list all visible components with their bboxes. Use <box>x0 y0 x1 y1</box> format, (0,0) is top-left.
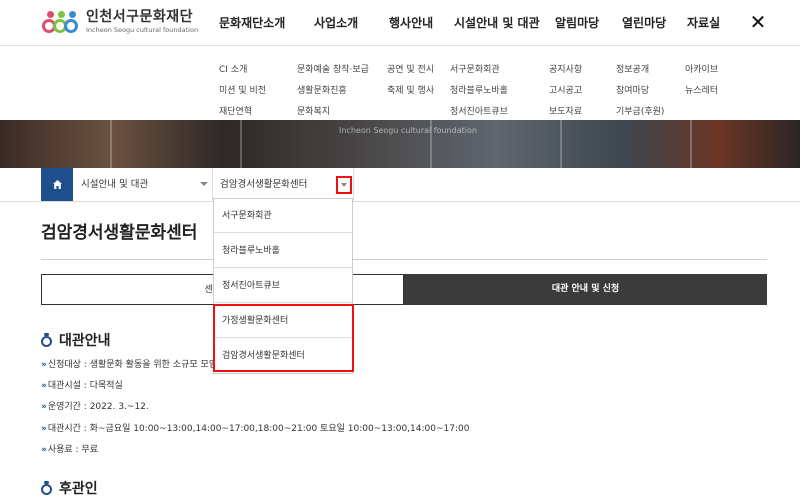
logo-title: 인천서구문화재단 <box>86 9 194 26</box>
chevron-down-icon[interactable] <box>200 182 208 186</box>
submenu-item[interactable]: 아카이브 <box>685 60 718 81</box>
submenu-item[interactable]: 문화예술 창작·보급 <box>297 60 369 81</box>
submenu-item[interactable]: 청라블루노바홀 <box>450 81 508 102</box>
list-item: » 운영기간 : 2022. 3.~12. <box>41 397 469 418</box>
nav-item-open[interactable]: 열린마당 <box>622 14 666 31</box>
submenu-item[interactable]: 축제 및 행사 <box>387 81 434 102</box>
list-item: » 사용료 : 무료 <box>41 440 469 461</box>
submenu-item[interactable]: 서구문화회관 <box>450 60 508 81</box>
submenu-col-business: 문화예술 창작·보급 생활문화진흥 문화복지 <box>297 60 369 123</box>
submenu-item[interactable]: 미션 및 비전 <box>219 81 266 102</box>
nav-item-business[interactable]: 사업소개 <box>314 14 358 31</box>
logo-icon <box>42 9 82 35</box>
submenu-item[interactable]: 참여마당 <box>616 81 664 102</box>
double-chevron-icon: » <box>41 402 47 413</box>
double-chevron-icon: » <box>41 360 47 370</box>
double-chevron-icon: » <box>41 444 47 455</box>
submenu-col-facilities: 서구문화회관 청라블루노바홀 정서진아트큐브 <box>450 60 508 123</box>
dropdown-option[interactable]: 서구문화회관 <box>214 199 352 233</box>
hero-banner: Incheon Seogu cultural foundation <box>0 120 800 168</box>
page-title: 검암경서생활문화센터 <box>41 223 198 243</box>
site-logo[interactable]: 인천서구문화재단 Incheon Seogu cultural foundati… <box>42 9 198 35</box>
breadcrumb-level2[interactable]: 검암경서생활문화센터 <box>220 168 307 201</box>
dropdown-option[interactable]: 정서진아트큐브 <box>214 269 352 303</box>
section-title: 대관안내 <box>59 333 111 349</box>
dropdown-option[interactable]: 청라블루노바홀 <box>214 234 352 268</box>
nav-item-archive[interactable]: 자료실 <box>687 14 720 31</box>
submenu-col-foundation: CI 소개 미션 및 비전 재단연혁 <box>219 60 266 123</box>
submenu-item[interactable]: 공지사항 <box>549 60 582 81</box>
submenu-col-archive: 아카이브 뉴스레터 <box>685 60 718 102</box>
home-button[interactable] <box>41 168 73 201</box>
submenu-item[interactable]: CI 소개 <box>219 60 266 81</box>
submenu-item[interactable]: 뉴스레터 <box>685 81 718 102</box>
divider <box>41 259 767 260</box>
section-title: 후관인 <box>59 481 98 497</box>
nav-item-notice[interactable]: 알림마당 <box>555 14 599 31</box>
submenu-item[interactable]: 생활문화진흥 <box>297 81 369 102</box>
list-item: » 대관시간 : 화~금요일 10:00~13:00,14:00~17:00,18… <box>41 419 469 440</box>
highlight-annotation <box>213 304 354 372</box>
submenu-item[interactable]: 고시공고 <box>549 81 582 102</box>
double-chevron-icon: » <box>41 423 47 434</box>
site-header: 인천서구문화재단 Incheon Seogu cultural foundati… <box>0 0 800 46</box>
section-heading: 대관안내 <box>41 330 111 350</box>
content-tabs: 센터 소개 대관 안내 및 신청 <box>41 274 767 305</box>
breadcrumb-level1[interactable]: 시설안내 및 대관 <box>81 168 148 201</box>
ring-icon <box>41 481 53 495</box>
ring-icon <box>41 333 53 347</box>
breadcrumb: 시설안내 및 대관 검암경서생활문화센터 <box>0 168 800 202</box>
home-icon <box>52 180 62 189</box>
list-item: » 대관시설 : 다목적실 <box>41 376 469 397</box>
nav-item-foundation[interactable]: 문화재단소개 <box>219 14 285 31</box>
nav-item-events[interactable]: 행사안내 <box>389 14 433 31</box>
section-heading: 후관인 <box>41 478 98 498</box>
submenu-item[interactable]: 공연 및 전시 <box>387 60 434 81</box>
nav-item-facilities[interactable]: 시설안내 및 대관 <box>454 14 540 31</box>
submenu-item[interactable]: 정보공개 <box>616 60 664 81</box>
submenu-col-events: 공연 및 전시 축제 및 행사 <box>387 60 434 102</box>
double-chevron-icon: » <box>41 381 47 392</box>
banner-caption: Incheon Seogu cultural foundation <box>339 126 477 135</box>
close-icon[interactable]: ✕ <box>749 11 767 33</box>
tab-rental-info[interactable]: 대관 안내 및 신청 <box>404 274 767 305</box>
submenu-col-notice: 공지사항 고시공고 보도자료 <box>549 60 582 123</box>
chevron-down-icon <box>341 183 347 187</box>
submenu-col-open: 정보공개 참여마당 기부금(후원) <box>616 60 664 123</box>
mega-menu: CI 소개 미션 및 비전 재단연혁 문화예술 창작·보급 생활문화진흥 문화복… <box>0 47 800 120</box>
logo-subtitle: Incheon Seogu cultural foundation <box>86 26 199 35</box>
dropdown-toggle-button[interactable] <box>336 176 352 194</box>
